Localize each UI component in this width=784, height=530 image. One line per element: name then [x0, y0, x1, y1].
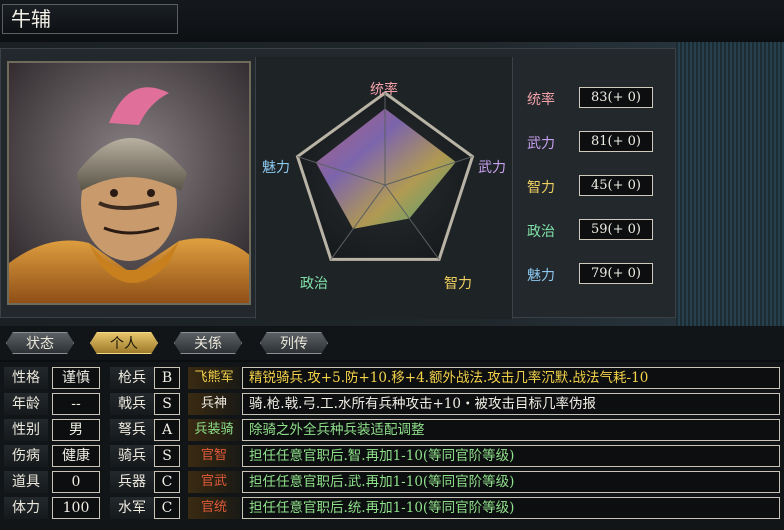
radar-label-zhengzhi: 政治: [300, 276, 328, 292]
tab-personal[interactable]: 个人: [90, 332, 158, 354]
troop-label: 兵器: [110, 471, 154, 493]
stat-label: 统率: [527, 92, 555, 108]
stat-row-meili: 魅力 79(+ 0): [519, 263, 669, 285]
character-portrait: [7, 61, 251, 305]
stat-value: 83(+ 0): [579, 87, 653, 108]
stat-value: 79(+ 0): [579, 263, 653, 284]
tab-relations[interactable]: 关係: [174, 332, 242, 354]
skill-name[interactable]: 飞熊军: [188, 367, 240, 389]
tab-biography[interactable]: 列传: [260, 332, 328, 354]
character-name: 牛辅: [2, 4, 178, 34]
stat-label: 武力: [527, 136, 555, 152]
portrait-illustration: [9, 63, 249, 303]
stat-row-tongshuai: 统率 83(+ 0): [519, 87, 669, 109]
skill-description: 担任任意官职后.智.再加1-10(等同官阶等级): [242, 445, 780, 467]
skill-name[interactable]: 兵神: [188, 393, 240, 415]
attribute-value: 男: [52, 419, 100, 441]
skill-description: 担任任意官职后.武.再加1-10(等同官阶等级): [242, 471, 780, 493]
attribute-label: 道具: [4, 471, 48, 493]
skill-description: 担任任意官职后.统.再加1-10(等同官阶等级): [242, 497, 780, 519]
troop-label: 骑兵: [110, 445, 154, 467]
tab-status[interactable]: 状态: [6, 332, 74, 354]
attribute-value: 谨慎: [52, 367, 100, 389]
troop-grade: S: [154, 393, 180, 415]
attribute-value: 100: [52, 497, 100, 519]
info-row: 性格 谨慎 枪兵 B 飞熊军 精锐骑兵.攻+5.防+10.移+4.额外战法.攻击…: [4, 367, 780, 391]
stat-row-zhili: 智力 45(+ 0): [519, 175, 669, 197]
troop-label: 水军: [110, 497, 154, 519]
stat-row-wuli: 武力 81(+ 0): [519, 131, 669, 153]
skill-description: 骑.枪.戟.弓.工.水所有兵种攻击+10・被攻击目标几率伪报: [242, 393, 780, 415]
troop-label: 弩兵: [110, 419, 154, 441]
troop-grade: C: [154, 497, 180, 519]
info-row: 性别 男 弩兵 A 兵装骑 除骑之外全兵种兵装适配调整: [4, 419, 780, 443]
troop-grade: C: [154, 471, 180, 493]
attribute-value: 0: [52, 471, 100, 493]
info-row: 年龄 -- 戟兵 S 兵神 骑.枪.戟.弓.工.水所有兵种攻击+10・被攻击目标…: [4, 393, 780, 417]
profile-inner: 统率 武力 智力 政治 魅力 统率 83(+ 0) 武力 81(+ 0) 智力 …: [0, 48, 676, 319]
tab-bar: 状态 个人 关係 列传: [0, 326, 784, 360]
radar-label-wuli: 武力: [478, 160, 506, 176]
stat-value: 81(+ 0): [579, 131, 653, 152]
attribute-label: 性别: [4, 419, 48, 441]
troop-label: 戟兵: [110, 393, 154, 415]
stat-value: 45(+ 0): [579, 175, 653, 196]
skill-description: 除骑之外全兵种兵装适配调整: [242, 419, 780, 441]
decorative-stripe: [676, 42, 784, 326]
attribute-radar-chart: 统率 武力 智力 政治 魅力: [255, 57, 513, 319]
troop-grade: S: [154, 445, 180, 467]
stat-label: 魅力: [527, 268, 555, 284]
profile-panel: 统率 武力 智力 政治 魅力 统率 83(+ 0) 武力 81(+ 0) 智力 …: [0, 42, 784, 326]
stat-row-zhengzhi: 政治 59(+ 0): [519, 219, 669, 241]
stat-label: 智力: [527, 180, 555, 196]
radar-label-zhili: 智力: [444, 276, 472, 292]
info-row: 体力 100 水军 C 官统 担任任意官职后.统.再加1-10(等同官阶等级): [4, 497, 780, 521]
radar-label-tongshuai: 统率: [370, 82, 398, 98]
radar-label-meili: 魅力: [262, 160, 290, 176]
skill-name[interactable]: 官武: [188, 471, 240, 493]
attribute-value: 健康: [52, 445, 100, 467]
skill-name[interactable]: 兵装骑: [188, 419, 240, 441]
skill-name[interactable]: 官统: [188, 497, 240, 519]
troop-grade: A: [154, 419, 180, 441]
troop-grade: B: [154, 367, 180, 389]
attribute-value: --: [52, 393, 100, 415]
info-row: 伤病 健康 骑兵 S 官智 担任任意官职后.智.再加1-10(等同官阶等级): [4, 445, 780, 469]
attribute-label: 年龄: [4, 393, 48, 415]
info-row: 道具 0 兵器 C 官武 担任任意官职后.武.再加1-10(等同官阶等级): [4, 471, 780, 495]
info-grid: 性格 谨慎 枪兵 B 飞熊军 精锐骑兵.攻+5.防+10.移+4.额外战法.攻击…: [0, 362, 784, 530]
attribute-label: 体力: [4, 497, 48, 519]
troop-label: 枪兵: [110, 367, 154, 389]
stat-value: 59(+ 0): [579, 219, 653, 240]
attribute-label: 性格: [4, 367, 48, 389]
skill-description: 精锐骑兵.攻+5.防+10.移+4.额外战法.攻击几率沉默.战法气耗-10: [242, 367, 780, 389]
skill-name[interactable]: 官智: [188, 445, 240, 467]
attribute-label: 伤病: [4, 445, 48, 467]
stat-label: 政治: [527, 224, 555, 240]
title-bar: 牛辅: [0, 0, 784, 42]
